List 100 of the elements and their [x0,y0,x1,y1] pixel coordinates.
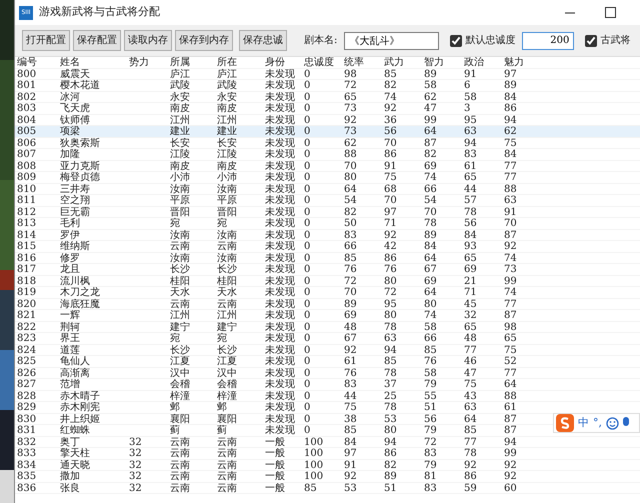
table-cell-text: 汉中 [216,368,238,379]
table-cell-text: 85 [463,425,478,436]
table-cell: 95 [462,114,502,126]
table-cell-text: 46 [463,356,478,368]
table-cell-text: 78 [383,368,398,379]
table-cell-text: 汉中 [169,368,191,379]
toolbar-button[interactable]: 保存忠诚 [239,30,287,51]
table-cell-text: 会稽 [216,379,238,390]
column-header[interactable]: 势力 [127,57,168,68]
table-cell-text: 0 [303,379,312,390]
table-cell-text: 云南 [169,460,191,471]
table-cell-text: 84 [423,241,438,252]
table-cell-text: 91 [383,160,398,172]
table-cell-text: 58 [423,322,438,333]
table-cell-text: 53 [383,414,398,425]
table-cell-text: 未发现 [264,322,296,333]
column-header[interactable]: 武力 [382,57,422,68]
table-cell-text: 江陵 [169,149,191,160]
script-name-field[interactable]: 《大乱斗》 [344,32,440,50]
toolbar-button[interactable]: 保存配置 [73,30,121,51]
column-header[interactable]: 魅力 [502,57,542,68]
table-cell-text: 樱木花道 [59,80,101,92]
table-cell-text: 0 [303,264,312,276]
table-cell-text: 修罗 [59,252,81,264]
maximize-icon[interactable] [605,7,616,18]
table-cell-text: 91 [463,68,478,80]
table-cell-text: 50 [343,218,358,230]
checkbox[interactable] [585,34,598,46]
toolbar-button[interactable]: 保存到内存 [175,30,233,51]
table-cell-text: 65 [503,333,518,344]
table-cell-text: 38 [343,414,358,425]
table-cell-text: 82 [383,80,398,92]
table-cell: 56 [382,126,422,138]
table-cell-text: 汝南 [169,184,191,195]
table-cell-text: 85 [303,482,318,494]
table-cell-text: 76 [383,264,398,276]
table-cell-text: 汝南 [216,184,238,195]
table-cell-text: 0 [303,298,312,310]
table-cell-text: 70 [343,287,358,298]
table-cell-text: 6 [463,80,472,92]
table-cell-text: 未发现 [264,241,296,252]
table-cell-text: 82 [343,206,358,218]
table-cell-text: 97 [383,206,398,218]
column-header[interactable]: 智力 [422,57,462,68]
ime-logo-icon[interactable] [556,414,574,432]
emoji-icon[interactable] [606,416,619,430]
table-cell: 62 [502,126,542,138]
column-header[interactable]: 姓名 [58,57,127,68]
table-cell-text: 86 [383,448,398,460]
table-cell-text: 江州 [216,310,238,322]
table-cell-text: 85 [343,252,358,264]
table-cell-text: 65 [463,252,478,264]
table-cell-text: 801 [16,80,38,92]
table-cell-text: 77 [503,160,518,172]
column-header[interactable]: 所属 [168,57,215,68]
toolbar-button[interactable]: 打开配置 [22,30,70,51]
table-cell: 未发现 [263,126,302,138]
table-cell-text: 65 [463,172,478,184]
table-cell: 92 [342,114,382,126]
column-header[interactable]: 身份 [263,57,302,68]
table-cell-text: 未发现 [264,298,296,310]
table-cell-text: 77 [503,298,518,310]
table-cell-text: 32 [128,436,143,448]
column-header[interactable]: 编号 [15,57,58,68]
table-cell-text: 云南 [169,241,191,252]
table-cell-text: 云南 [216,460,238,471]
table-cell-text: 未发现 [264,80,296,92]
table-cell-text: 94 [503,436,518,448]
table-cell-text: 邺 [216,402,228,414]
toolbar-button[interactable]: 读取内存 [124,30,172,51]
table-cell-text: 84 [503,149,518,160]
table-cell-text: 92 [383,230,398,241]
table-cell-text: 63 [503,195,518,206]
table-cell-text: 未发现 [264,149,296,160]
table-cell-text: 85 [383,68,398,80]
table-cell-text: 界王 [59,333,81,344]
column-header[interactable]: 政治 [462,57,502,68]
table-cell-text: 83 [463,149,478,160]
table-cell-text: 0 [303,149,312,160]
table-cell-text: 0 [303,218,312,230]
loyalty-field[interactable]: 200 [522,32,574,50]
ime-punctuation[interactable]: °, [593,414,602,432]
checkbox[interactable] [450,34,462,46]
table-cell-text: 68 [383,184,398,195]
table-cell-text: 70 [383,138,398,149]
table-cell-text: 未发现 [264,172,296,184]
table-cell-text: 61 [503,402,518,414]
table-cell-text: 86 [383,252,398,264]
table-cell-text: 72 [383,287,398,298]
table-cell-text: 77 [503,172,518,184]
table-cell-text: 云南 [216,241,238,252]
table-cell-text: 92 [503,471,518,482]
table-cell-text: 汝南 [169,230,191,241]
table-cell-text: 84 [343,436,358,448]
table-cell-text: 51 [383,482,398,494]
table-cell-text: 63 [463,402,478,414]
table-cell-text: 江夏 [169,356,191,368]
column-header[interactable]: 所在 [215,57,263,68]
ime-mode[interactable]: 中 [578,414,589,432]
table-cell-text: 32 [128,460,143,471]
